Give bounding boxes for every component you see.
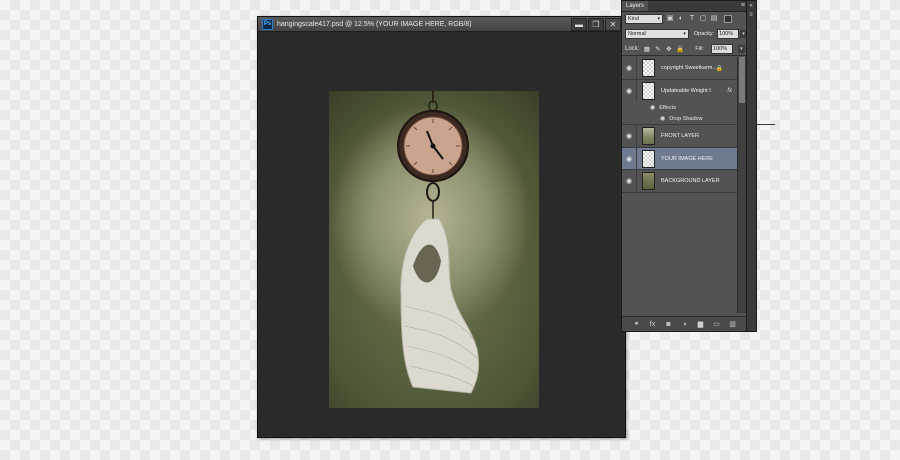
new-layer-icon[interactable]: ▭ xyxy=(713,320,721,328)
filter-row: Kind ▾ ▣ ◐ T ▢ ▤ xyxy=(622,13,747,24)
layer-row-background[interactable]: ◉ BACKGROUND LAYER xyxy=(622,170,737,193)
layers-panel: Layers ≡ Kind ▾ ▣ ◐ T ▢ ▤ Normal ▾ Opaci… xyxy=(621,0,775,332)
eye-icon[interactable]: ◉ xyxy=(660,115,665,122)
close-button[interactable]: ✕ xyxy=(605,18,621,31)
document-image[interactable] xyxy=(329,91,539,408)
window-controls: ▬ ❐ ✕ xyxy=(571,18,621,31)
layer-row-front[interactable]: ◉ FRONT LAYER xyxy=(622,125,737,148)
panel-dock-strip: « ≡ xyxy=(746,0,757,332)
document-titlebar[interactable]: Ps hangingscale417.psd @ 12.5% (YOUR IMA… xyxy=(258,17,625,32)
type-filter-icon[interactable]: T xyxy=(688,15,696,23)
panel-tabbar: Layers ≡ xyxy=(622,1,747,12)
layer-thumbnail xyxy=(642,172,655,190)
link-layers-icon[interactable]: ⚭ xyxy=(633,320,641,328)
lock-row: Lock: ▦ ✎ ✥ 🔒 Fill: 100% ▾ xyxy=(622,43,747,56)
eye-icon: ◉ xyxy=(625,133,633,140)
blend-mode-value: Normal xyxy=(628,30,646,37)
hanging-scale-photo xyxy=(397,91,480,394)
visibility-toggle[interactable]: ◉ xyxy=(622,57,637,79)
layer-row-copyright[interactable]: ◉ copyright Sweetkarm... 🔒 xyxy=(622,57,737,80)
add-style-icon[interactable]: fx xyxy=(649,321,657,328)
layer-name: copyright Sweetkarm... xyxy=(661,65,717,71)
layer-thumbnail xyxy=(642,59,655,77)
filter-toggle[interactable] xyxy=(724,14,732,23)
adjustment-filter-icon[interactable]: ◐ xyxy=(677,15,685,23)
layer-name: FRONT LAYER xyxy=(661,133,699,139)
visibility-toggle[interactable]: ◉ xyxy=(622,125,637,147)
lock-transparent-icon[interactable]: ▦ xyxy=(643,46,650,53)
eye-icon[interactable]: ◉ xyxy=(650,104,655,111)
layers-list: ◉ copyright Sweetkarm... 🔒 ◉ Updateable … xyxy=(622,57,775,313)
lock-all-icon[interactable]: 🔒 xyxy=(676,46,684,53)
chevron-down-icon: ▾ xyxy=(683,30,686,37)
lock-image-icon[interactable]: ✎ xyxy=(654,46,661,53)
tab-layers[interactable]: Layers xyxy=(622,1,649,11)
photoshop-icon: Ps xyxy=(262,18,273,30)
layer-name: BACKGROUND LAYER xyxy=(661,178,720,184)
fx-icon[interactable]: fx xyxy=(727,88,732,94)
effects-label: Effects xyxy=(659,104,676,111)
scrollbar-thumb[interactable] xyxy=(739,57,745,103)
eye-icon: ◉ xyxy=(625,88,633,95)
shape-filter-icon[interactable]: ▢ xyxy=(699,15,707,23)
layers-bottom-bar: ⚭ fx ◙ ◑ ▆ ▭ ▥ xyxy=(622,316,747,331)
lock-position-icon[interactable]: ✥ xyxy=(665,46,672,53)
smart-object-filter-icon[interactable]: ▤ xyxy=(710,15,718,23)
new-adjustment-icon[interactable]: ◑ xyxy=(681,321,689,328)
fill-dropdown-icon[interactable]: ▾ xyxy=(737,45,745,53)
minimize-button[interactable]: ▬ xyxy=(571,18,587,31)
layers-scrollbar[interactable] xyxy=(737,57,746,313)
eye-icon: ◉ xyxy=(625,178,633,185)
document-title: hangingscale417.psd @ 12.5% (YOUR IMAGE … xyxy=(277,20,472,28)
filter-kind-value: Kind xyxy=(628,15,640,22)
new-group-icon[interactable]: ▆ xyxy=(697,320,705,328)
maximize-button[interactable]: ❐ xyxy=(588,18,604,31)
lock-icon: 🔒 xyxy=(715,65,723,72)
image-filter-icon[interactable]: ▣ xyxy=(666,15,674,23)
layer-thumbnail xyxy=(642,82,655,100)
eye-icon: ◉ xyxy=(625,155,633,163)
layer-row-your-image-here[interactable]: ◉ YOUR IMAGE HERE xyxy=(622,148,737,170)
layer-name: Updateable Weight I xyxy=(661,88,711,94)
chevron-down-icon: ▾ xyxy=(657,15,660,22)
lock-label: Lock: xyxy=(625,46,640,52)
eye-icon: ◉ xyxy=(625,65,633,72)
opacity-label: Opacity: xyxy=(693,30,715,37)
blend-mode-select[interactable]: Normal ▾ xyxy=(625,28,689,39)
layer-thumbnail xyxy=(642,127,655,145)
document-window: Ps hangingscale417.psd @ 12.5% (YOUR IMA… xyxy=(257,16,626,438)
visibility-toggle[interactable]: ◉ xyxy=(622,170,637,192)
filter-kind-select[interactable]: Kind ▾ xyxy=(625,13,663,24)
drop-shadow-label: Drop Shadow xyxy=(669,115,703,122)
dock-menu-icon[interactable]: ≡ xyxy=(747,11,755,19)
opacity-field[interactable]: 100% xyxy=(717,28,740,39)
fill-field[interactable]: 100% xyxy=(710,44,733,54)
collapse-icon[interactable]: « xyxy=(747,2,755,10)
blend-row: Normal ▾ Opacity: 100% ▾ xyxy=(622,28,747,39)
panel-menu-icon[interactable]: ≡ xyxy=(741,2,745,10)
canvas-area[interactable] xyxy=(259,32,624,436)
delete-layer-icon[interactable]: ▥ xyxy=(729,320,737,328)
layer-name: YOUR IMAGE HERE xyxy=(661,155,713,162)
visibility-toggle[interactable]: ◉ xyxy=(622,148,637,169)
visibility-toggle[interactable]: ◉ xyxy=(622,80,637,102)
add-mask-icon[interactable]: ◙ xyxy=(665,321,673,328)
fill-label: Fill: xyxy=(695,46,704,52)
layer-thumbnail xyxy=(642,149,655,168)
layer-row-updateable-weight[interactable]: ◉ Updateable Weight I fx xyxy=(622,80,737,102)
